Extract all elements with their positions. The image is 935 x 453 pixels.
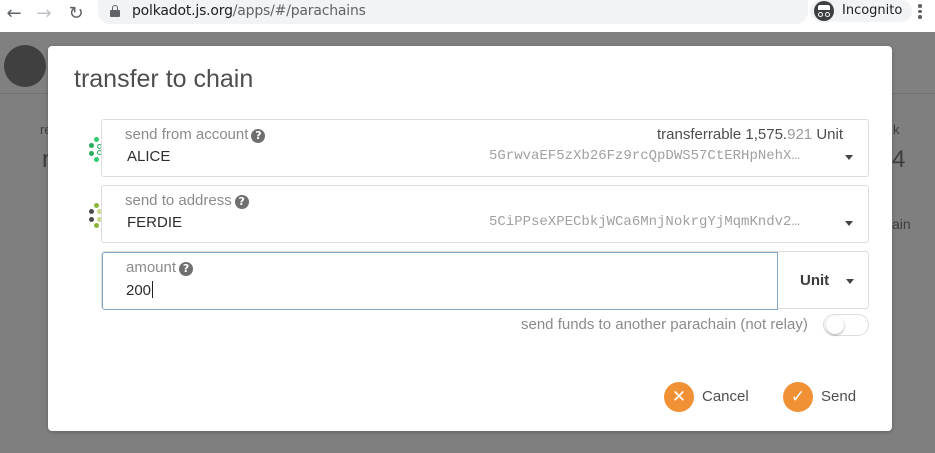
reload-icon[interactable]: ↻ — [66, 4, 86, 24]
bg-fragment: k — [893, 122, 900, 137]
unit-select[interactable]: Unit — [778, 252, 870, 310]
bg-fragment: 4 — [892, 146, 906, 173]
menu-icon[interactable] — [917, 2, 923, 22]
modal-title: transfer to chain — [74, 65, 254, 93]
incognito-icon — [814, 1, 834, 21]
send-label: Send — [821, 388, 857, 405]
amount-field: amount? 200 Unit — [101, 251, 870, 310]
send-from-account-name: ALICE — [127, 148, 171, 165]
address-bar[interactable]: polkadot.js.org/apps/#/parachains ☆ — [98, 0, 888, 24]
help-icon[interactable]: ? — [179, 262, 194, 276]
send-to-label: send to address? — [125, 192, 249, 209]
browser-toolbar: ← → ↻ polkadot.js.org/apps/#/parachains … — [0, 0, 935, 32]
send-to-address: 5CiPPseXPECbkjWCa6MnjNokrgYjMqmKndv2… — [489, 214, 800, 230]
send-from-account-select[interactable]: send from account? transferrable 1,575.9… — [101, 119, 869, 177]
help-icon[interactable]: ? — [251, 129, 266, 143]
send-button[interactable]: ✓ Send — [783, 382, 863, 412]
toggle-knob — [826, 316, 844, 334]
cancel-button[interactable]: ✕ Cancel — [664, 382, 754, 412]
url-text[interactable]: polkadot.js.org/apps/#/parachains — [132, 3, 366, 19]
incognito-label: Incognito — [842, 3, 903, 18]
unit-label: Unit — [800, 272, 830, 289]
send-from-address: 5GrwvaEF5zXb26Fz9rcQpDWS57CtERHpNehX… — [489, 148, 800, 164]
close-icon: ✕ — [664, 382, 694, 412]
amount-label: amount? — [126, 259, 194, 276]
help-icon[interactable]: ? — [234, 195, 249, 209]
amount-input[interactable]: amount? 200 — [102, 252, 778, 310]
transferable-balance: transferrable 1,575.921 Unit — [657, 126, 843, 143]
transfer-modal: transfer to chain send from account? tra… — [48, 46, 892, 431]
send-to-address-select[interactable]: send to address? FERDIE 5CiPPseXPECbkjWC… — [101, 185, 869, 243]
check-icon: ✓ — [783, 382, 813, 412]
back-arrow-icon[interactable]: ← — [4, 4, 24, 24]
incognito-badge[interactable]: Incognito — [810, 0, 912, 22]
bg-fragment: ain — [892, 216, 911, 232]
amount-value: 200 — [126, 281, 154, 299]
send-to-account-name: FERDIE — [127, 214, 183, 231]
chevron-down-icon[interactable] — [846, 279, 854, 284]
chevron-down-icon[interactable] — [845, 155, 853, 160]
forward-arrow-icon[interactable]: → — [34, 4, 54, 24]
send-from-label: send from account? — [125, 126, 266, 143]
parachain-toggle[interactable] — [823, 314, 869, 336]
cancel-label: Cancel — [702, 388, 749, 405]
lock-icon — [110, 5, 120, 17]
chevron-down-icon[interactable] — [845, 221, 853, 226]
parachain-toggle-label: send funds to another parachain (not rel… — [521, 316, 808, 333]
text-cursor — [152, 281, 154, 298]
app-logo — [4, 45, 46, 87]
